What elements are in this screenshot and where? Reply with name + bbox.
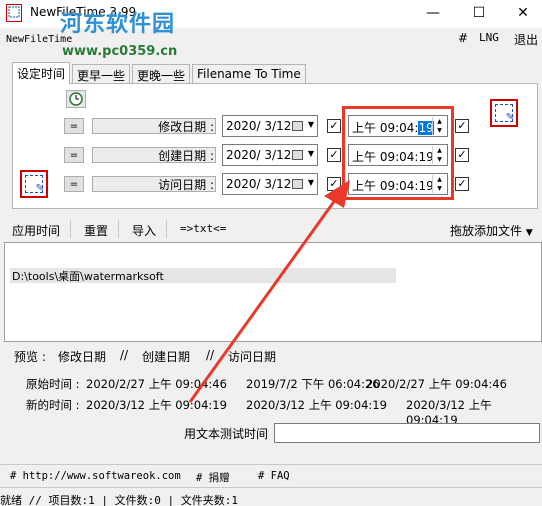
preview-modify-label: 修改日期 bbox=[58, 350, 107, 364]
row-modify-eq-button[interactable]: = bbox=[64, 118, 84, 134]
tab-set-time[interactable]: 设定时间 bbox=[12, 62, 71, 84]
chevron-down-icon: ▼ bbox=[307, 178, 314, 187]
original-modify-time: 2020/2/27 上午 09:04:46 bbox=[86, 377, 227, 391]
create-date-picker[interactable]: 2020/ 3/12 ▼ bbox=[222, 144, 318, 166]
row-access-eq-button[interactable]: = bbox=[64, 176, 84, 192]
new-time-label: 新的时间 : bbox=[26, 398, 80, 412]
maximize-button[interactable]: ☐ bbox=[456, 0, 502, 26]
original-access-time: 2020/2/27 上午 09:04:46 bbox=[366, 377, 507, 391]
preview-label: 预览 : bbox=[14, 350, 46, 364]
modify-time-checkbox[interactable]: ✓ bbox=[455, 119, 469, 133]
clock-icon[interactable] bbox=[66, 90, 86, 108]
preview-create-label: 创建日期 bbox=[142, 350, 191, 364]
test-time-label: 用文本测试时间 bbox=[184, 427, 269, 441]
app-icon bbox=[6, 4, 22, 22]
watermark-url: www.pc0359.cn bbox=[62, 44, 178, 59]
chevron-down-icon: ▼ bbox=[307, 120, 314, 129]
new-modify-time: 2020/3/12 上午 09:04:19 bbox=[86, 398, 227, 412]
calendar-icon bbox=[292, 150, 303, 160]
menu-hash[interactable]: # bbox=[458, 31, 468, 45]
link-website[interactable]: # http://www.softwareok.com bbox=[10, 470, 181, 482]
toolbar-separator bbox=[118, 220, 119, 238]
access-time-checkbox[interactable]: ✓ bbox=[455, 177, 469, 191]
link-faq[interactable]: # FAQ bbox=[258, 470, 290, 482]
preview-access-label: 访问日期 bbox=[228, 350, 277, 364]
tab-filename-to-time[interactable]: Filename To Time bbox=[192, 64, 306, 83]
access-date-value: 2020/ 3/12 bbox=[226, 177, 292, 191]
reset-button[interactable]: 重置 bbox=[84, 222, 108, 239]
chevron-down-icon: ▼ bbox=[307, 149, 314, 158]
menu-exit[interactable]: 退出 bbox=[514, 31, 538, 48]
access-date-picker[interactable]: 2020/ 3/12 ▼ bbox=[222, 173, 318, 195]
label-create-date: 创建日期 : bbox=[158, 149, 214, 163]
calendar-drop-icon[interactable]: ✎ bbox=[490, 99, 518, 127]
highlight-box bbox=[342, 106, 454, 200]
modify-date-value: 2020/ 3/12 bbox=[226, 119, 292, 133]
import-button[interactable]: 导入 bbox=[132, 222, 156, 239]
calendar-drop-icon-left[interactable]: ✎ bbox=[20, 170, 48, 198]
drag-add-files-label: 拖放添加文件 bbox=[450, 224, 523, 238]
new-create-time: 2020/3/12 上午 09:04:19 bbox=[246, 398, 387, 412]
create-time-checkbox[interactable]: ✓ bbox=[455, 148, 469, 162]
access-date-checkbox[interactable]: ✓ bbox=[327, 177, 341, 191]
calendar-icon bbox=[292, 179, 303, 189]
label-access-date: 访问日期 : bbox=[158, 178, 214, 192]
modify-date-checkbox[interactable]: ✓ bbox=[327, 119, 341, 133]
chevron-down-icon: ▼ bbox=[525, 228, 533, 238]
drag-add-files-menu[interactable]: 拖放添加文件 ▼ bbox=[450, 222, 533, 239]
toolbar-separator bbox=[70, 220, 71, 238]
minimize-button[interactable]: — bbox=[410, 0, 456, 26]
list-item[interactable]: D:\tools\桌面\watermarksoft bbox=[10, 268, 396, 283]
tab-later[interactable]: 更晚一些 bbox=[132, 64, 191, 83]
test-time-input[interactable] bbox=[274, 423, 540, 443]
modify-date-picker[interactable]: 2020/ 3/12 ▼ bbox=[222, 115, 318, 137]
file-list[interactable] bbox=[4, 242, 542, 342]
toolbar-separator bbox=[166, 220, 167, 238]
calendar-icon bbox=[292, 121, 303, 131]
preview-sep-2: // bbox=[206, 348, 215, 362]
watermark-logo-text: 河东软件园 bbox=[60, 12, 176, 37]
original-create-time: 2019/7/2 下午 06:04:26 bbox=[246, 377, 380, 391]
create-date-value: 2020/ 3/12 bbox=[226, 148, 292, 162]
close-button[interactable]: ✕ bbox=[500, 0, 542, 26]
tab-earlier[interactable]: 更早一些 bbox=[72, 64, 131, 83]
create-date-checkbox[interactable]: ✓ bbox=[327, 148, 341, 162]
link-donate[interactable]: # 捐赠 bbox=[196, 470, 230, 485]
menu-language[interactable]: LNG bbox=[479, 31, 499, 44]
preview-sep-1: // bbox=[120, 348, 129, 362]
apply-time-button[interactable]: 应用时间 bbox=[12, 222, 60, 239]
export-txt-button[interactable]: =>txt<= bbox=[180, 222, 226, 235]
app-window: NewFileTime 3.99 河东软件园 NewFileTime www.p… bbox=[0, 0, 542, 506]
status-bar: 就绪 // 项目数:1 | 文件数:0 | 文件夹数:1 bbox=[0, 494, 238, 506]
row-create-eq-button[interactable]: = bbox=[64, 147, 84, 163]
original-time-label: 原始时间 : bbox=[26, 377, 80, 391]
label-modify-date: 修改日期 : bbox=[158, 120, 214, 134]
